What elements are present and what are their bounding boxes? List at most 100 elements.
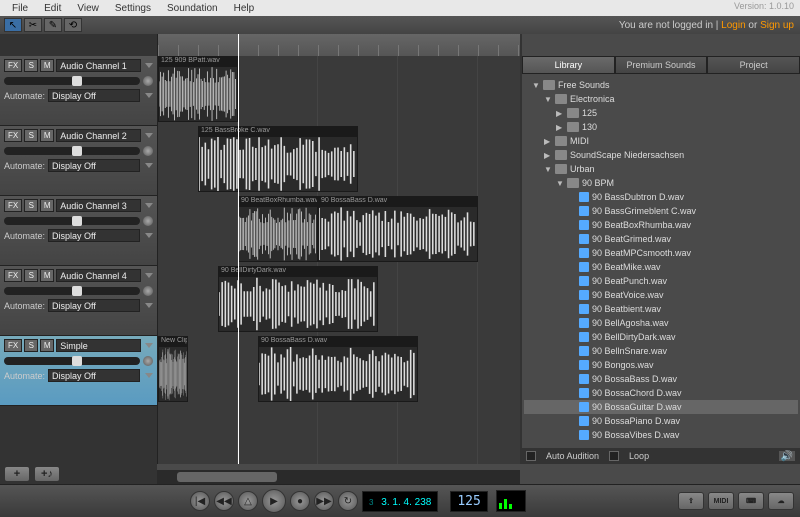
- track-header[interactable]: FXSMAudio Channel 2Automate:Display Off: [0, 126, 157, 196]
- fx-button[interactable]: FX: [4, 59, 22, 72]
- playhead[interactable]: [238, 34, 239, 464]
- tree-file[interactable]: 90 BossaVibes D.wav: [524, 428, 798, 442]
- audio-clip[interactable]: 90 BossaBass D.wav: [258, 336, 418, 402]
- tree-folder[interactable]: ▶125: [524, 106, 798, 120]
- chevron-right-icon[interactable]: ▶: [556, 123, 564, 132]
- export-button[interactable]: ⇪: [678, 492, 704, 510]
- mute-button[interactable]: M: [40, 269, 54, 282]
- menu-file[interactable]: File: [4, 3, 36, 14]
- track-menu-icon[interactable]: [145, 203, 153, 208]
- track-name[interactable]: Audio Channel 4: [56, 269, 141, 282]
- automate-dropdown-icon[interactable]: [145, 163, 153, 168]
- tree-file[interactable]: 90 BassGrimeblent C.wav: [524, 204, 798, 218]
- tree-file[interactable]: 90 Bongos.wav: [524, 358, 798, 372]
- chevron-right-icon[interactable]: ▶: [556, 109, 564, 118]
- tree-file[interactable]: 90 BassDubtron D.wav: [524, 190, 798, 204]
- rewind-button[interactable]: ◀◀: [214, 491, 234, 511]
- track-name[interactable]: Audio Channel 3: [56, 199, 141, 212]
- track-name[interactable]: Simple: [56, 339, 141, 352]
- chevron-down-icon[interactable]: ▼: [544, 165, 552, 174]
- play-button[interactable]: ▶: [262, 489, 286, 513]
- solo-button[interactable]: S: [24, 269, 38, 282]
- chevron-right-icon[interactable]: ▶: [544, 151, 552, 160]
- fx-button[interactable]: FX: [4, 339, 22, 352]
- tree-file[interactable]: 90 BellnSnare.wav: [524, 344, 798, 358]
- preview-speaker-icon[interactable]: 🔊: [778, 450, 796, 462]
- rewind-start-button[interactable]: |◀: [190, 491, 210, 511]
- audio-clip[interactable]: New Clip: [158, 336, 188, 402]
- pan-knob[interactable]: [143, 146, 153, 156]
- pan-knob[interactable]: [143, 216, 153, 226]
- tree-file[interactable]: 90 BossaPiano D.wav: [524, 414, 798, 428]
- automate-select[interactable]: Display Off: [48, 369, 140, 382]
- volume-slider[interactable]: [4, 287, 140, 295]
- automate-select[interactable]: Display Off: [48, 159, 140, 172]
- mute-button[interactable]: M: [40, 339, 54, 352]
- tree-file[interactable]: 90 BeatPunch.wav: [524, 274, 798, 288]
- tab-premium-sounds[interactable]: Premium Sounds: [615, 56, 708, 74]
- forward-button[interactable]: ▶▶: [314, 491, 334, 511]
- audio-clip[interactable]: 90 BossaBass D.wav: [318, 196, 478, 262]
- tree-folder[interactable]: ▶SoundScape Niedersachsen: [524, 148, 798, 162]
- loop-button[interactable]: ↻: [338, 491, 358, 511]
- track-name[interactable]: Audio Channel 2: [56, 129, 141, 142]
- volume-slider[interactable]: [4, 77, 140, 85]
- tree-file[interactable]: 90 BeatBoxRhumba.wav: [524, 218, 798, 232]
- tree-file[interactable]: 90 BossaBass D.wav: [524, 372, 798, 386]
- tree-folder[interactable]: ▶MIDI: [524, 134, 798, 148]
- tree-file[interactable]: 90 BeatGrimed.wav: [524, 232, 798, 246]
- horizontal-scrollbar[interactable]: [157, 470, 520, 484]
- metronome-button[interactable]: △: [238, 491, 258, 511]
- loop-checkbox[interactable]: [609, 451, 619, 461]
- chevron-down-icon[interactable]: ▼: [556, 179, 564, 188]
- tree-folder[interactable]: ▼Urban: [524, 162, 798, 176]
- track-header[interactable]: FXSMSimpleAutomate:Display Off: [0, 336, 157, 406]
- pan-knob[interactable]: [143, 76, 153, 86]
- tab-project[interactable]: Project: [707, 56, 800, 74]
- pencil-tool[interactable]: ✎: [44, 18, 62, 32]
- volume-slider[interactable]: [4, 357, 140, 365]
- automate-dropdown-icon[interactable]: [145, 303, 153, 308]
- add-track-button[interactable]: +: [4, 466, 30, 482]
- fx-button[interactable]: FX: [4, 129, 22, 142]
- tree-folder[interactable]: ▼Electronica: [524, 92, 798, 106]
- track-header[interactable]: FXSMAudio Channel 4Automate:Display Off: [0, 266, 157, 336]
- cut-tool[interactable]: ✂: [24, 18, 42, 32]
- menu-view[interactable]: View: [69, 3, 107, 14]
- pan-knob[interactable]: [143, 356, 153, 366]
- mute-button[interactable]: M: [40, 59, 54, 72]
- mute-button[interactable]: M: [40, 129, 54, 142]
- chevron-down-icon[interactable]: ▼: [544, 95, 552, 104]
- volume-slider[interactable]: [4, 147, 140, 155]
- track-menu-icon[interactable]: [145, 133, 153, 138]
- tree-folder[interactable]: ▼Free Sounds: [524, 78, 798, 92]
- menu-settings[interactable]: Settings: [107, 3, 159, 14]
- menu-help[interactable]: Help: [226, 3, 263, 14]
- midi-button[interactable]: MIDI: [708, 492, 734, 510]
- tree-folder[interactable]: ▼90 BPM: [524, 176, 798, 190]
- solo-button[interactable]: S: [24, 59, 38, 72]
- record-button[interactable]: ●: [290, 491, 310, 511]
- signup-link[interactable]: Sign up: [760, 20, 794, 31]
- automate-select[interactable]: Display Off: [48, 229, 140, 242]
- chevron-down-icon[interactable]: ▼: [532, 81, 540, 90]
- solo-button[interactable]: S: [24, 339, 38, 352]
- auto-audition-checkbox[interactable]: [526, 451, 536, 461]
- menu-soundation[interactable]: Soundation: [159, 3, 226, 14]
- arrange-area[interactable]: 125 909 BPatt.wav125 BassBroke C.wav90 B…: [157, 34, 520, 464]
- position-display[interactable]: 3 3. 1. 4. 238: [362, 491, 438, 512]
- audio-clip[interactable]: 125 909 BPatt.wav: [158, 56, 238, 122]
- tempo-display[interactable]: 125: [450, 491, 487, 512]
- tree-file[interactable]: 90 BossaChord D.wav: [524, 386, 798, 400]
- tree-file[interactable]: 90 BeatVoice.wav: [524, 288, 798, 302]
- tree-folder[interactable]: ▶130: [524, 120, 798, 134]
- track-name[interactable]: Audio Channel 1: [56, 59, 141, 72]
- timeline-ruler[interactable]: [158, 34, 520, 56]
- track-menu-icon[interactable]: [145, 63, 153, 68]
- volume-slider[interactable]: [4, 217, 140, 225]
- solo-button[interactable]: S: [24, 199, 38, 212]
- mute-button[interactable]: M: [40, 199, 54, 212]
- pointer-tool[interactable]: ↖: [4, 18, 22, 32]
- tree-file[interactable]: 90 BellDirtyDark.wav: [524, 330, 798, 344]
- fx-button[interactable]: FX: [4, 199, 22, 212]
